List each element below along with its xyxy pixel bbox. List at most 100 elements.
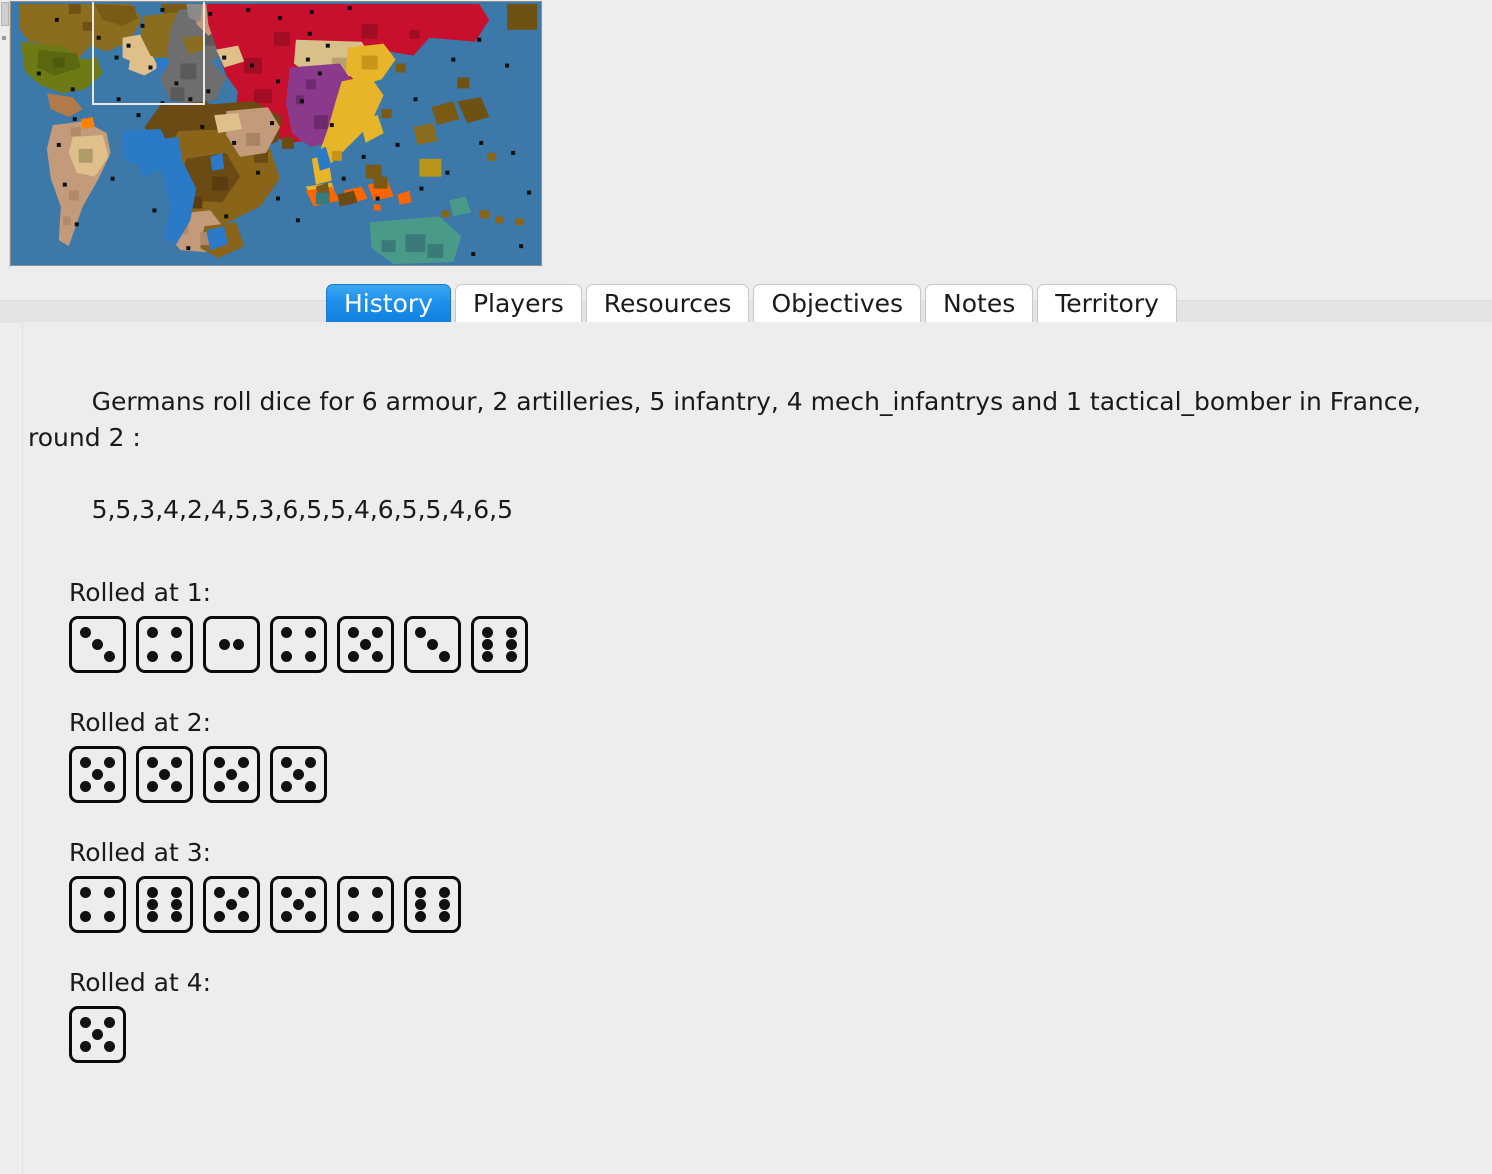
die-pip [147,627,158,638]
die-pip [305,627,316,638]
die-pip [293,769,304,780]
dice-roll-groups: Rolled at 1: Rolled at 2: Rolled at 3: Roll… [69,572,1449,1092]
die-pip [92,1029,103,1040]
die-face-5 [69,746,126,803]
die-pip [360,639,371,650]
minimap-frame[interactable] [10,1,542,266]
die-face-6 [136,876,193,933]
die-pip [80,1041,91,1052]
die-pip [348,651,359,662]
history-message: Germans roll dice for 6 armour, 2 artill… [28,348,1483,564]
history-content: Germans roll dice for 6 armour, 2 artill… [23,322,1492,1174]
die-face-2 [203,616,260,673]
die-pip [214,887,225,898]
die-pip [80,781,91,792]
die-pip [281,887,292,898]
roll-group: Rolled at 4: [69,962,1449,1092]
die-pip [415,887,426,898]
tab-territory[interactable]: Territory [1037,284,1177,322]
die-pip [305,911,316,922]
history-panel: Germans roll dice for 6 armour, 2 artill… [22,322,1492,1174]
die-pip [238,781,249,792]
die-face-6 [471,616,528,673]
die-pip [506,627,517,638]
die-pip [80,1017,91,1028]
die-pip [219,639,230,650]
die-face-6 [404,876,461,933]
die-pip [147,757,158,768]
die-face-5 [203,746,260,803]
die-pip [104,1017,115,1028]
die-pip [415,911,426,922]
roll-group: Rolled at 2: [69,702,1449,832]
die-pip [427,639,438,650]
die-pip [281,911,292,922]
die-pip [482,651,493,662]
dice-row [69,616,1449,702]
die-pip [281,651,292,662]
die-pip [147,911,158,922]
die-pip [439,651,450,662]
history-message-line1: Germans roll dice for 6 armour, 2 artill… [28,387,1429,452]
die-pip [159,769,170,780]
die-pip [372,651,383,662]
minimap-container[interactable] [0,0,545,268]
die-pip [104,781,115,792]
roll-group-label: Rolled at 4: [69,968,212,997]
die-face-5 [270,746,327,803]
die-pip [372,911,383,922]
die-pip [92,639,103,650]
roll-group-label: Rolled at 1: [69,578,212,607]
die-pip [482,627,493,638]
die-pip [214,757,225,768]
tab-resources[interactable]: Resources [585,284,750,322]
die-pip [305,651,316,662]
die-pip [104,911,115,922]
die-pip [305,887,316,898]
roll-group: Rolled at 3: [69,832,1449,962]
die-pip [92,769,103,780]
world-map-image [11,2,541,265]
die-pip [281,757,292,768]
die-pip [80,757,91,768]
die-pip [506,651,517,662]
die-pip [171,781,182,792]
die-pip [348,627,359,638]
die-pip [238,911,249,922]
die-pip [104,757,115,768]
die-pip [171,899,182,910]
die-pip [80,887,91,898]
dice-row [69,746,1449,832]
tab-notes[interactable]: Notes [925,284,1034,322]
die-face-3 [404,616,461,673]
die-pip [348,911,359,922]
dice-row [69,876,1449,962]
die-pip [171,651,182,662]
die-pip [171,911,182,922]
dice-row [69,1006,1449,1092]
die-pip [305,757,316,768]
die-pip [214,781,225,792]
tab-history[interactable]: History [326,284,451,322]
history-message-line2: 5,5,3,4,2,4,5,3,6,5,5,4,6,5,5,4,6,5 [91,495,513,524]
tab-players[interactable]: Players [454,284,582,322]
die-pip [293,899,304,910]
die-pip [281,781,292,792]
die-pip [415,899,426,910]
tab-list: History Players Resources Objectives Not… [326,282,1181,322]
die-pip [439,887,450,898]
die-pip [238,757,249,768]
die-face-5 [136,746,193,803]
die-pip [348,887,359,898]
tab-objectives[interactable]: Objectives [753,284,922,322]
die-face-5 [337,616,394,673]
die-face-5 [69,1006,126,1063]
die-pip [80,911,91,922]
tab-bar: History Players Resources Objectives Not… [0,282,1492,323]
die-pip [415,627,426,638]
die-pip [372,627,383,638]
splitter-handle-icon[interactable] [1,2,9,26]
die-pip [506,639,517,650]
roll-group-label: Rolled at 2: [69,708,212,737]
roll-group-label: Rolled at 3: [69,838,212,867]
